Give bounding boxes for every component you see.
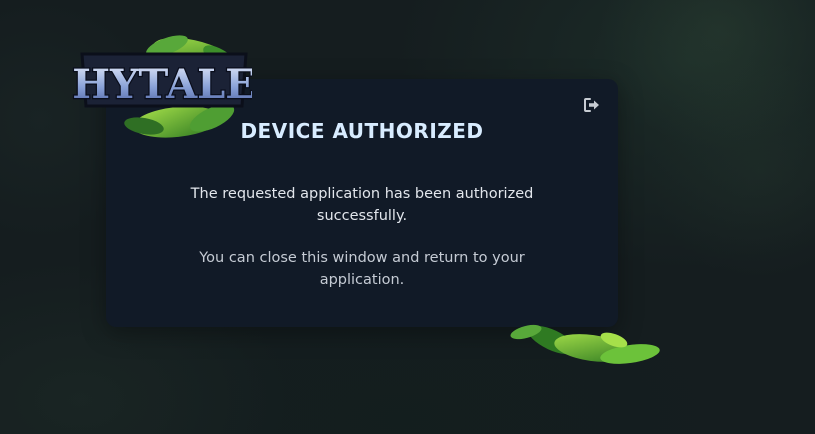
leaf-decoration <box>510 324 660 364</box>
logout-icon <box>584 98 599 112</box>
close-window-message: You can close this window and return to … <box>199 250 525 288</box>
logo-wordmark: HYTALE <box>72 61 252 108</box>
hytale-logo: HYTALE <box>72 35 252 138</box>
success-message: The requested application has been autho… <box>190 186 534 224</box>
logout-button[interactable] <box>582 95 602 115</box>
